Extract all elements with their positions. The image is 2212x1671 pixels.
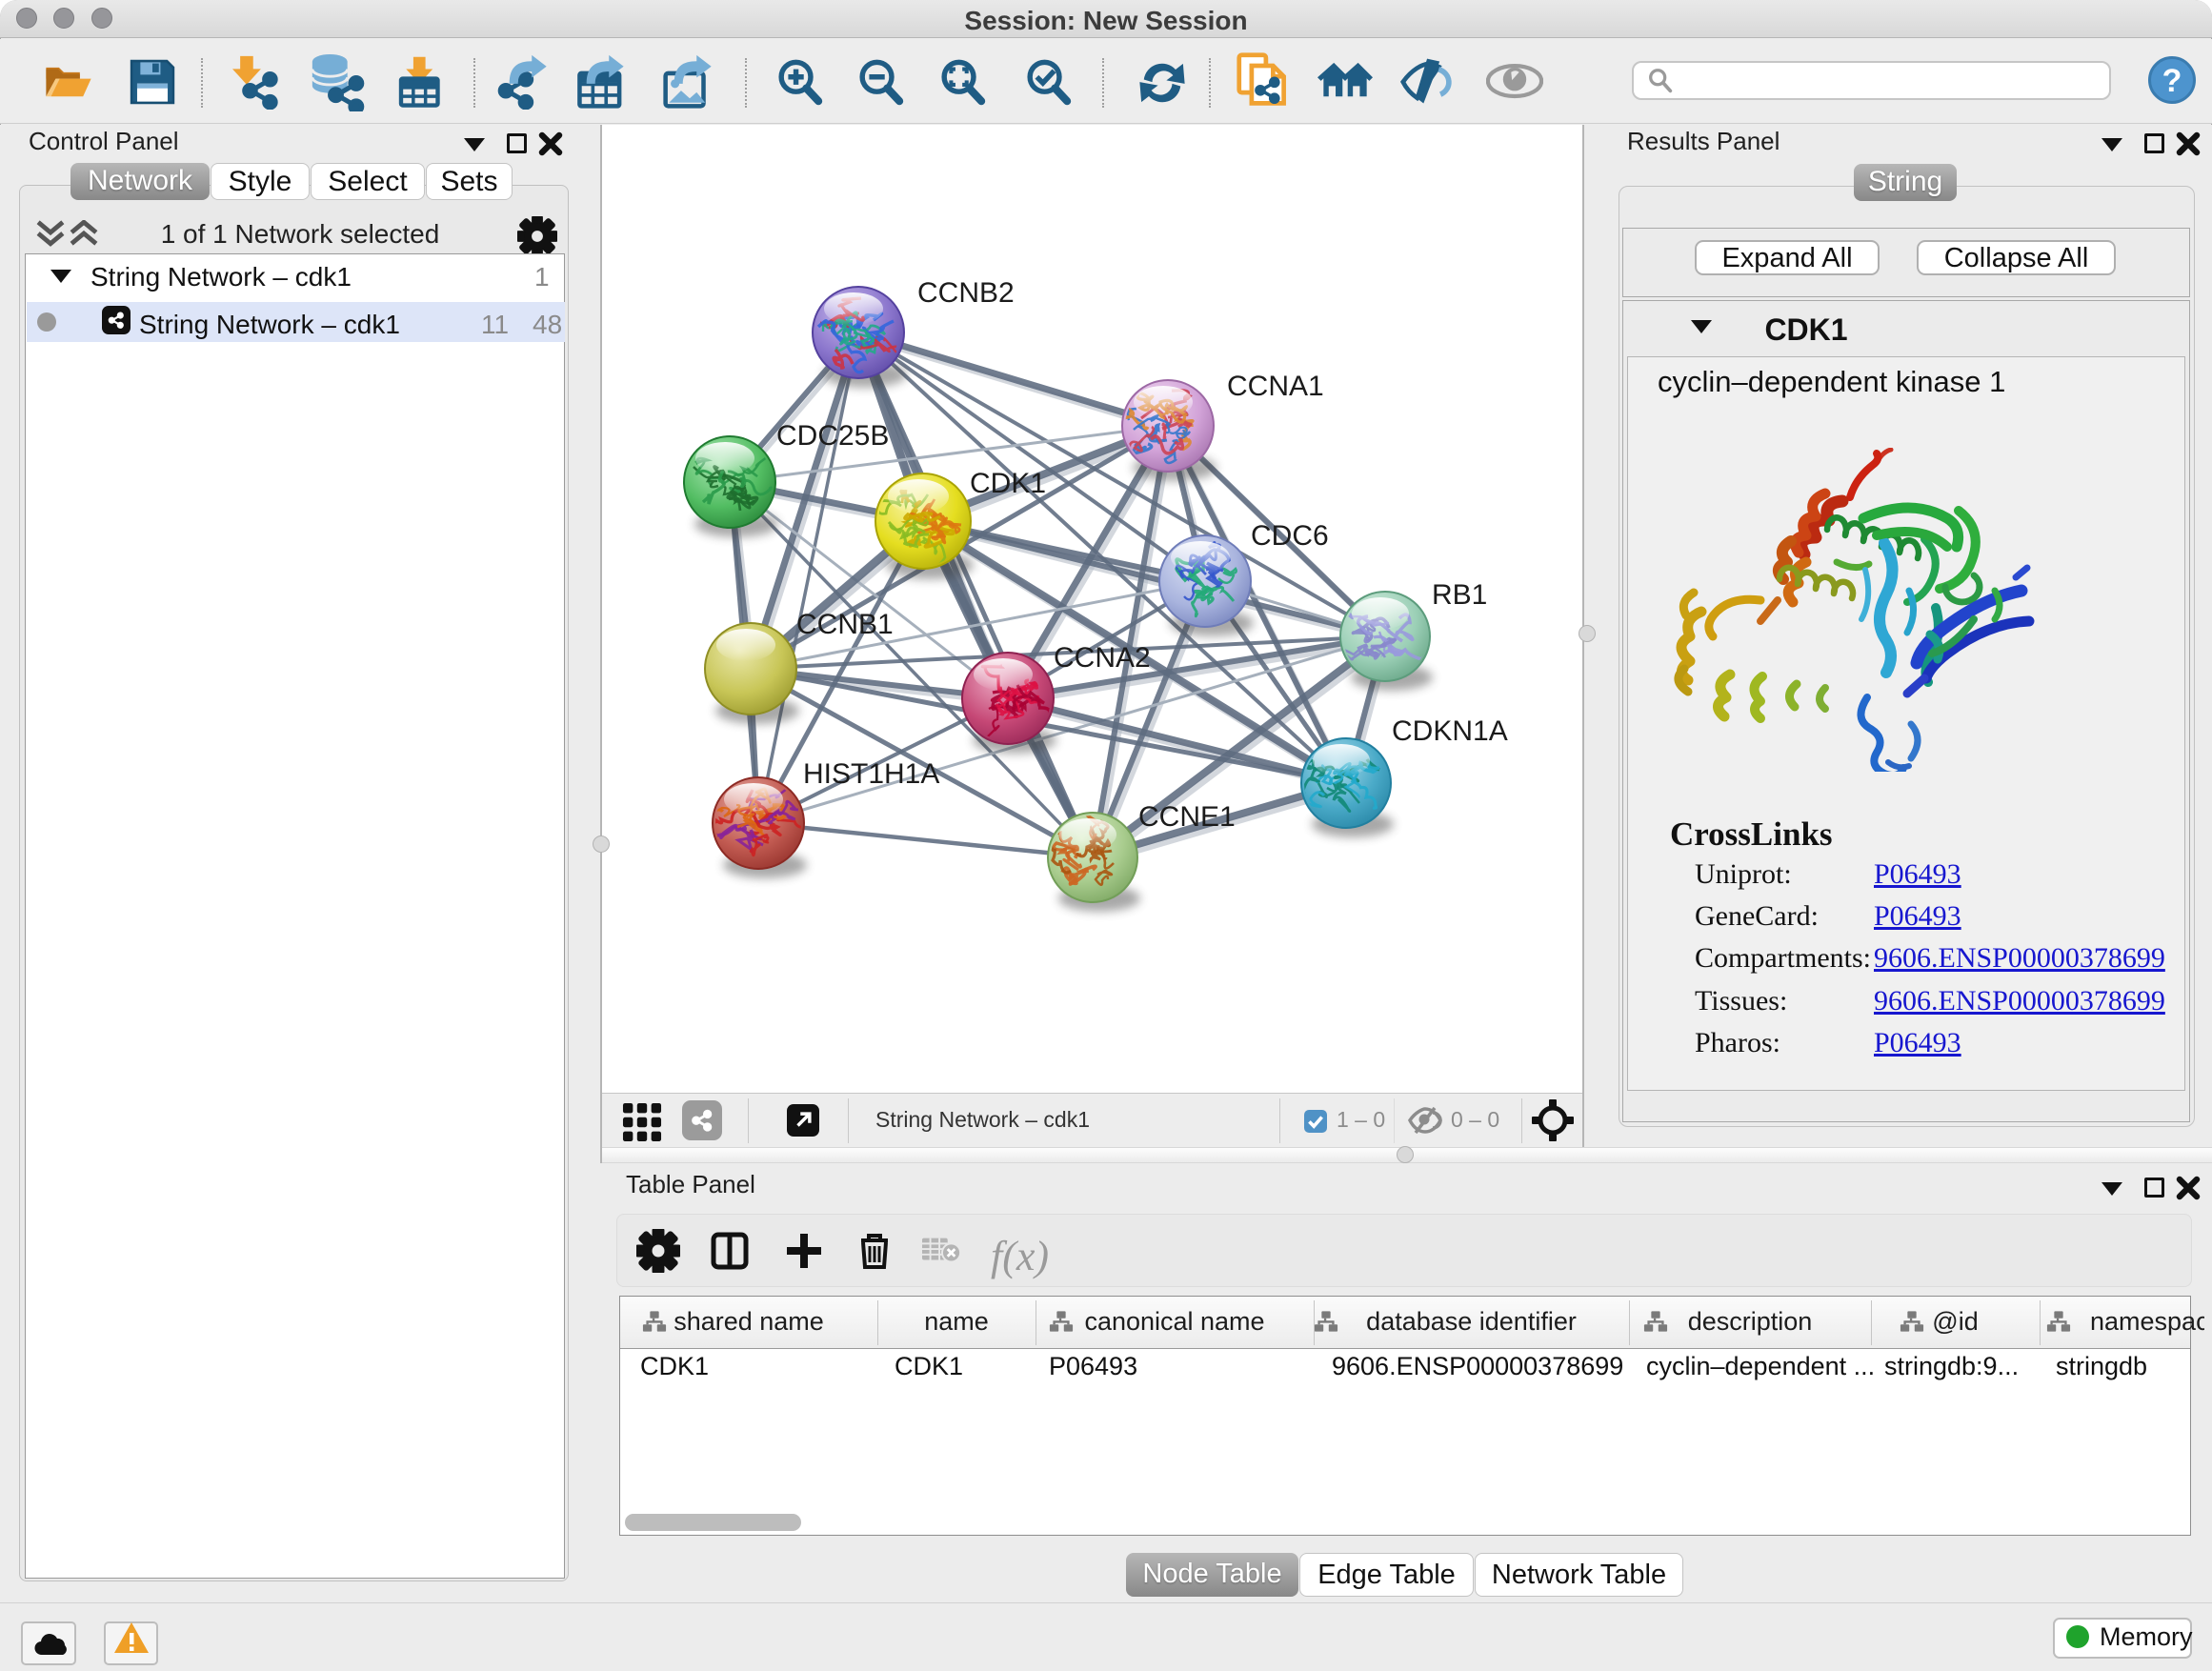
svg-text:CDKN1A: CDKN1A: [1392, 715, 1508, 747]
svg-text:CCNA2: CCNA2: [1054, 642, 1151, 674]
svg-text:CDK1: CDK1: [970, 468, 1046, 499]
svg-text:CCNB1: CCNB1: [796, 609, 894, 640]
svg-text:HIST1H1A: HIST1H1A: [803, 758, 939, 790]
svg-text:CDC6: CDC6: [1251, 520, 1329, 552]
svg-text:CCNE1: CCNE1: [1138, 801, 1236, 833]
svg-text:CCNB2: CCNB2: [917, 277, 1015, 309]
svg-text:CCNA1: CCNA1: [1227, 371, 1324, 402]
svg-text:RB1: RB1: [1432, 579, 1487, 611]
svg-text:CDC25B: CDC25B: [776, 420, 889, 452]
